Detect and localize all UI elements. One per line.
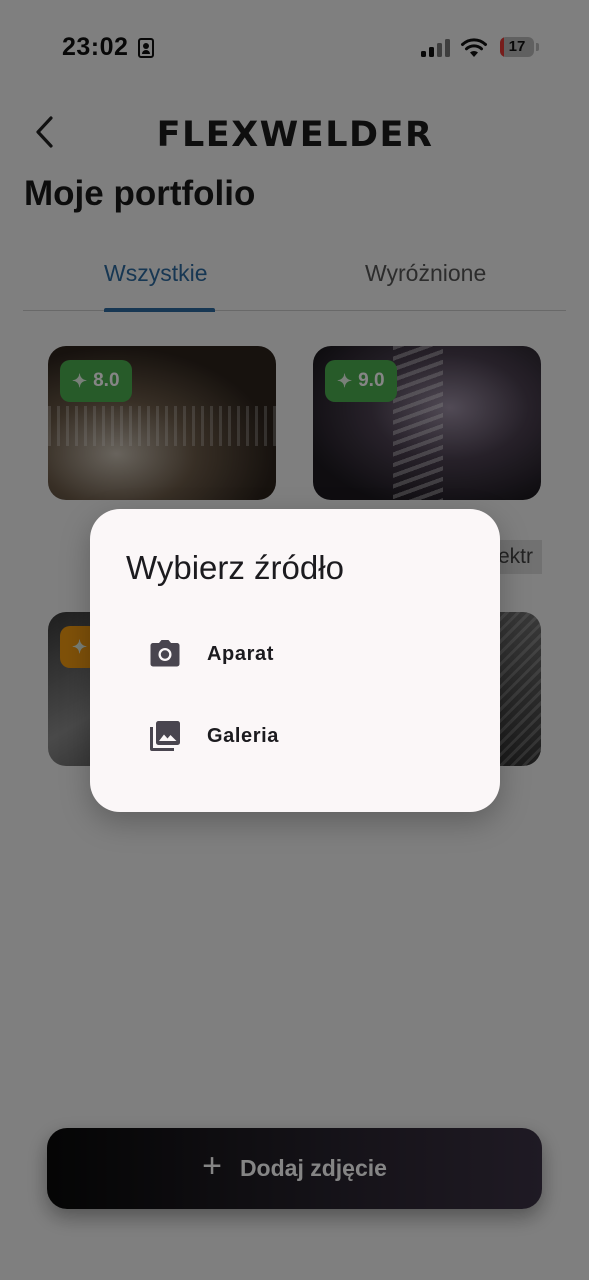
camera-option[interactable]: Aparat bbox=[90, 619, 500, 689]
gallery-option[interactable]: Galeria bbox=[90, 701, 500, 771]
camera-icon bbox=[150, 640, 180, 667]
gallery-option-label: Galeria bbox=[207, 724, 280, 747]
camera-option-label: Aparat bbox=[207, 642, 274, 665]
screen: 23:02 17 FLEXWELDER Moje portfolio Wszys… bbox=[0, 0, 589, 1280]
dialog-title: Wybierz źródło bbox=[126, 549, 344, 586]
gallery-icon bbox=[150, 721, 180, 751]
source-picker-dialog: Wybierz źródło Aparat Galeria bbox=[90, 509, 500, 812]
